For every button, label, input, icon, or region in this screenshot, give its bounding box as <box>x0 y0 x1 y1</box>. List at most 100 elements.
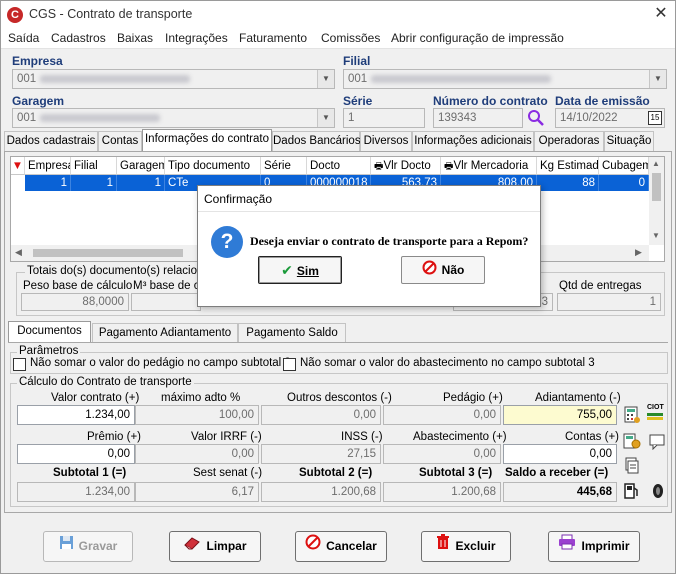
fuel-pump-icon[interactable] <box>623 482 641 500</box>
scroll-thumb[interactable] <box>652 173 661 201</box>
outros-descontos-field[interactable]: 0,00 <box>261 405 381 425</box>
checkbox-pedagio[interactable] <box>13 358 26 371</box>
ciot-icon[interactable]: CIOT <box>647 404 667 422</box>
m3-field[interactable] <box>131 293 201 311</box>
tab-dados-cadastrais[interactable]: Dados cadastrais <box>4 131 98 151</box>
subtotal2-field[interactable]: 1.200,68 <box>261 482 381 502</box>
garagem-value: 001 <box>17 112 37 124</box>
premio-field[interactable]: 0,00 <box>17 444 135 464</box>
documents-stack-icon[interactable] <box>623 457 641 475</box>
ciot-label: CIOT <box>647 404 664 411</box>
scroll-thumb-horizontal[interactable] <box>33 249 183 257</box>
garagem-label: Garagem <box>12 94 65 108</box>
col-garagem[interactable]: Garagem <box>117 157 165 175</box>
cell-empresa[interactable]: 1 <box>25 175 71 191</box>
cell-cubagem[interactable]: 0 <box>599 175 649 191</box>
sort-arrow-icon[interactable]: ▼ <box>11 157 25 175</box>
nao-button[interactable]: Não <box>401 256 485 284</box>
chevron-down-icon[interactable]: ▼ <box>649 70 666 88</box>
menu-faturamento[interactable]: Faturamento <box>239 31 307 45</box>
sest-senat-field[interactable]: 6,17 <box>135 482 259 502</box>
excluir-label: Excluir <box>455 539 496 553</box>
menu-abrir-configuracao[interactable]: Abrir configuração de impressão <box>391 31 564 45</box>
menu-cadastros[interactable]: Cadastros <box>51 31 106 45</box>
saldo-receber-field[interactable]: 445,68 <box>503 482 617 502</box>
numero-contrato-input[interactable]: 139343 <box>433 108 523 128</box>
check-icon: ✔ <box>281 262 293 278</box>
tab-diversos[interactable]: Diversos <box>360 131 412 151</box>
tire-icon[interactable] <box>649 482 667 500</box>
tab-situacao[interactable]: Situação <box>604 131 654 151</box>
menu-comissoes[interactable]: Comissões <box>321 31 380 45</box>
peso-field[interactable]: 88,0000 <box>21 293 129 311</box>
filial-select[interactable]: 001 ▼ <box>343 69 667 89</box>
col-serie[interactable]: Série <box>261 157 307 175</box>
confirmation-dialog: Confirmação ? Deseja enviar o contrato d… <box>197 185 541 307</box>
filial-label: Filial <box>343 54 371 68</box>
ciot-bar-green <box>647 413 663 416</box>
contas-field[interactable]: 0,00 <box>503 444 617 464</box>
max-adto-field[interactable]: 100,00 <box>135 405 259 425</box>
cell-filial[interactable]: 1 <box>71 175 117 191</box>
tab-informacoes-contrato[interactable]: Informações do contrato <box>142 129 272 151</box>
subtotal1-field[interactable]: 1.234,00 <box>17 482 135 502</box>
col-vlr-docto[interactable]: 🖶Vlr Docto <box>371 157 441 175</box>
menu-saida[interactable]: Saída <box>8 31 39 45</box>
app-logo-icon: C <box>7 7 23 23</box>
menu-baixas[interactable]: Baixas <box>117 31 153 45</box>
col-docto[interactable]: Docto <box>307 157 371 175</box>
qtd-entregas-field[interactable]: 1 <box>557 293 661 311</box>
menu-integracoes[interactable]: Integrações <box>165 31 228 45</box>
scroll-right-icon[interactable]: ▶ <box>635 247 642 258</box>
chevron-down-icon[interactable]: ▼ <box>317 109 334 127</box>
empresa-value: 001 <box>17 73 37 85</box>
tab-operadoras[interactable]: Operadoras <box>534 131 604 151</box>
checkbox-abastecimento[interactable] <box>283 358 296 371</box>
irrf-field[interactable]: 0,00 <box>135 444 259 464</box>
cell-garagem[interactable]: 1 <box>117 175 165 191</box>
tab-pagamento-saldo[interactable]: Pagamento Saldo <box>238 323 346 343</box>
search-icon[interactable] <box>527 109 545 127</box>
imprimir-button[interactable]: Imprimir <box>548 531 640 562</box>
excluir-button[interactable]: Excluir <box>421 531 511 562</box>
nao-label: Não <box>441 263 465 277</box>
col-empresa[interactable]: Empresa <box>25 157 71 175</box>
data-emissao-input[interactable]: 14/10/2022 15 <box>555 108 665 128</box>
sim-button[interactable]: ✔ Sim <box>258 256 342 284</box>
cell-kg-estimado[interactable]: 88 <box>537 175 599 191</box>
subtotal3-field[interactable]: 1.200,68 <box>383 482 501 502</box>
tab-documentos[interactable]: Documentos <box>8 321 91 343</box>
col-cubagem[interactable]: Cubagem <box>599 157 649 175</box>
scroll-up-icon[interactable]: ▲ <box>652 159 660 168</box>
money-calculator-icon[interactable] <box>623 432 641 450</box>
tab-informacoes-adicionais[interactable]: Informações adicionais <box>412 131 534 151</box>
cancelar-button[interactable]: Cancelar <box>295 531 387 562</box>
inss-field[interactable]: 27,15 <box>261 444 381 464</box>
vertical-scrollbar[interactable]: ▲ ▼ <box>649 157 664 245</box>
col-kg-estimado[interactable]: Kg Estimado <box>537 157 599 175</box>
tab-dados-bancarios[interactable]: Dados Bancários <box>272 131 361 151</box>
checkbox-abastecimento-label: Não somar o valor do abastecimento no ca… <box>300 357 595 369</box>
abastecimento-field[interactable]: 0,00 <box>383 444 501 464</box>
chevron-down-icon[interactable]: ▼ <box>317 70 334 88</box>
scroll-left-icon[interactable]: ◀ <box>15 247 22 258</box>
pedagio-field[interactable]: 0,00 <box>383 405 501 425</box>
garagem-select[interactable]: 001 ▼ <box>12 108 335 128</box>
empresa-select[interactable]: 001 ▼ <box>12 69 335 89</box>
col-vlr-mercadoria[interactable]: 🖶Vlr Mercadoria <box>441 157 537 175</box>
valor-contrato-field[interactable]: 1.234,00 <box>17 405 135 425</box>
tab-contas[interactable]: Contas <box>98 131 142 151</box>
col-filial[interactable]: Filial <box>71 157 117 175</box>
serie-input[interactable]: 1 <box>343 108 425 128</box>
adiantamento-field[interactable]: 755,00 <box>503 405 617 425</box>
calculator-icon[interactable] <box>623 406 641 424</box>
limpar-button[interactable]: Limpar <box>169 531 261 562</box>
calendar-icon[interactable]: 15 <box>648 111 662 125</box>
gravar-button[interactable]: Gravar <box>43 531 133 562</box>
col-tipo-documento[interactable]: Tipo documento <box>165 157 261 175</box>
tab-pagamento-adiantamento[interactable]: Pagamento Adiantamento <box>92 323 238 343</box>
close-icon[interactable]: ✕ <box>651 3 671 25</box>
pedagio-label: Pedágio (+) <box>443 392 503 404</box>
scroll-down-icon[interactable]: ▼ <box>652 231 660 240</box>
screen-chat-icon[interactable] <box>649 432 667 451</box>
